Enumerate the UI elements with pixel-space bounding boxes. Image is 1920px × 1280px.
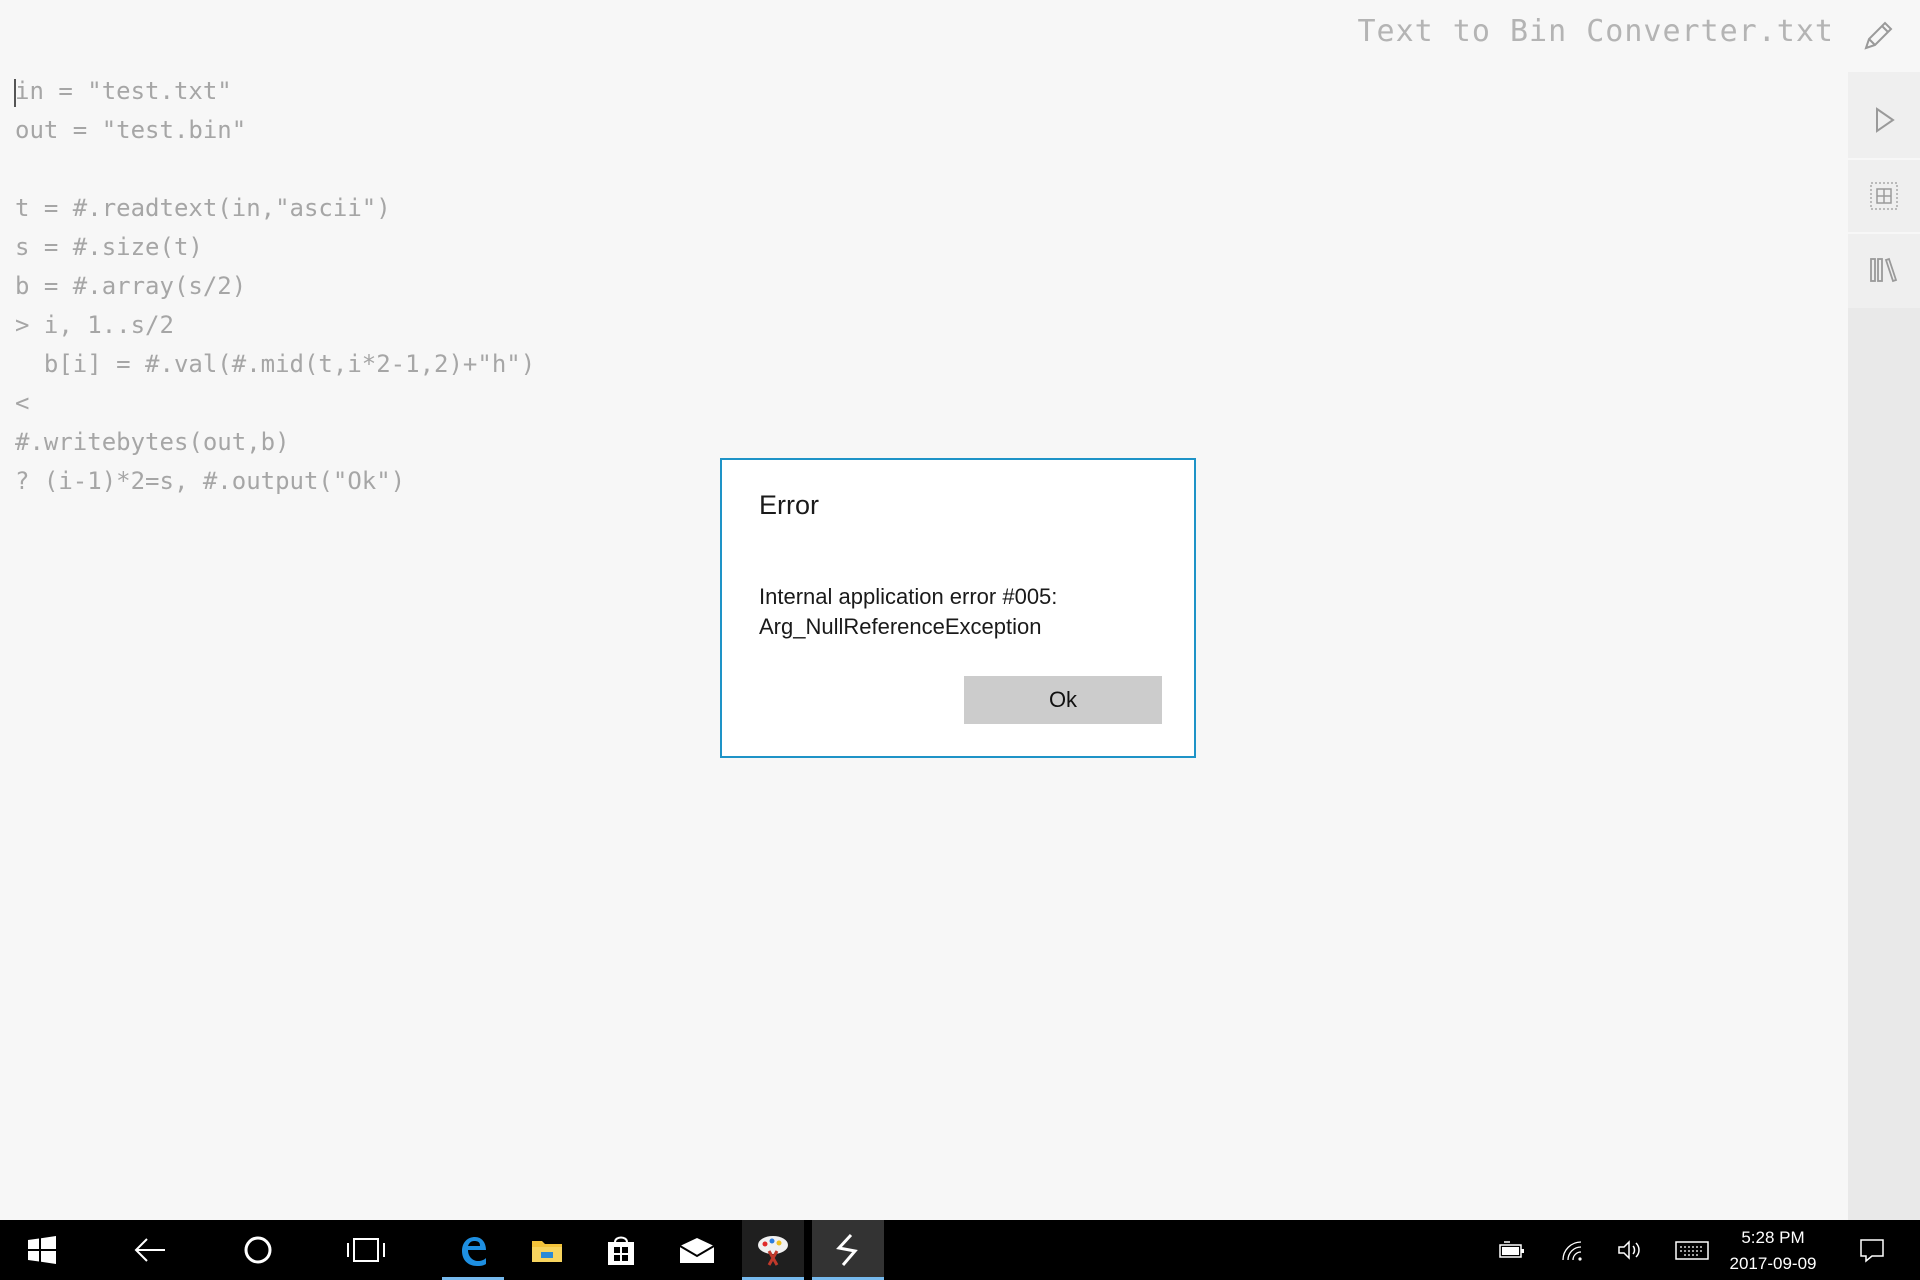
code-line: > i, 1..s/2 (15, 311, 174, 339)
cortana-button[interactable] (214, 1220, 302, 1280)
action-center-button[interactable] (1850, 1220, 1894, 1280)
tray-keyboard[interactable] (1668, 1220, 1716, 1280)
dialog-message: Internal application error #005: Arg_Nul… (759, 582, 1159, 642)
code-line: #.writebytes(out,b) (15, 428, 290, 456)
dialog-title: Error (759, 490, 819, 520)
ok-button[interactable]: Ok (964, 676, 1162, 724)
paint-icon (758, 1236, 788, 1266)
code-line: out = "test.bin" (15, 116, 247, 144)
right-toolbar (1848, 72, 1920, 1220)
wifi-icon (1562, 1241, 1582, 1261)
taskbar-paint[interactable] (742, 1220, 804, 1280)
battery-icon (1499, 1241, 1524, 1258)
action-center-icon (1860, 1239, 1884, 1263)
windows-start-icon (28, 1236, 56, 1264)
play-icon (1876, 107, 1895, 133)
grid-icon (1870, 182, 1898, 210)
clock-date: 2017-09-09 (1729, 1254, 1817, 1273)
error-dialog: Error Internal application error #005: A… (720, 458, 1196, 758)
code-line: t = #.readtext(in,"ascii") (15, 194, 391, 222)
keyboard-icon (1675, 1241, 1709, 1260)
taskbar-file-explorer[interactable] (518, 1220, 576, 1280)
cortana-circle-icon (244, 1236, 272, 1264)
dialog-message-line: Arg_NullReferenceException (759, 614, 1042, 639)
file-explorer-icon (532, 1241, 562, 1262)
taskbar-store[interactable] (592, 1220, 650, 1280)
code-line: b = #.array(s/2) (15, 272, 247, 300)
taskbar-edge[interactable] (442, 1220, 504, 1280)
tray-battery[interactable] (1490, 1220, 1534, 1280)
code-editor[interactable]: in = "test.txt" out = "test.bin" t = #.r… (14, 72, 1815, 501)
file-title: Text to Bin Converter.txt (1357, 14, 1834, 49)
taskbar-app[interactable] (812, 1220, 884, 1280)
code-line: < (15, 389, 30, 417)
back-button[interactable] (106, 1220, 194, 1280)
edge-icon (462, 1237, 486, 1266)
library-button[interactable] (1848, 234, 1920, 306)
app-icon (836, 1233, 858, 1266)
code-line: b[i] = #.val(#.mid(t,i*2-1,2)+"h") (15, 350, 536, 378)
run-button[interactable] (1848, 84, 1920, 156)
start-button[interactable] (0, 1220, 84, 1280)
task-view-icon (347, 1238, 385, 1262)
edit-icon (1864, 21, 1893, 50)
code-line: s = #.size(t) (15, 233, 203, 261)
edit-button[interactable] (1850, 10, 1906, 62)
text-caret (14, 79, 16, 107)
store-icon (608, 1236, 634, 1265)
taskbar-mail[interactable] (666, 1220, 728, 1280)
toolbar-background (1848, 308, 1920, 1220)
taskbar-clock[interactable]: 5:28 PM 2017-09-09 (1718, 1220, 1828, 1280)
code-line: in = "test.txt" (15, 77, 232, 105)
mail-icon (679, 1238, 715, 1263)
dialog-message-line: Internal application error #005: (759, 584, 1058, 609)
task-view-button[interactable] (322, 1220, 410, 1280)
volume-icon (1618, 1240, 1640, 1260)
grid-button[interactable] (1848, 160, 1920, 232)
back-arrow-icon (134, 1238, 165, 1262)
taskbar: 5:28 PM 2017-09-09 (0, 1220, 1920, 1280)
library-icon (1870, 257, 1898, 283)
tray-volume[interactable] (1608, 1220, 1652, 1280)
clock-time: 5:28 PM (1741, 1228, 1805, 1247)
tray-wifi[interactable] (1550, 1220, 1594, 1280)
